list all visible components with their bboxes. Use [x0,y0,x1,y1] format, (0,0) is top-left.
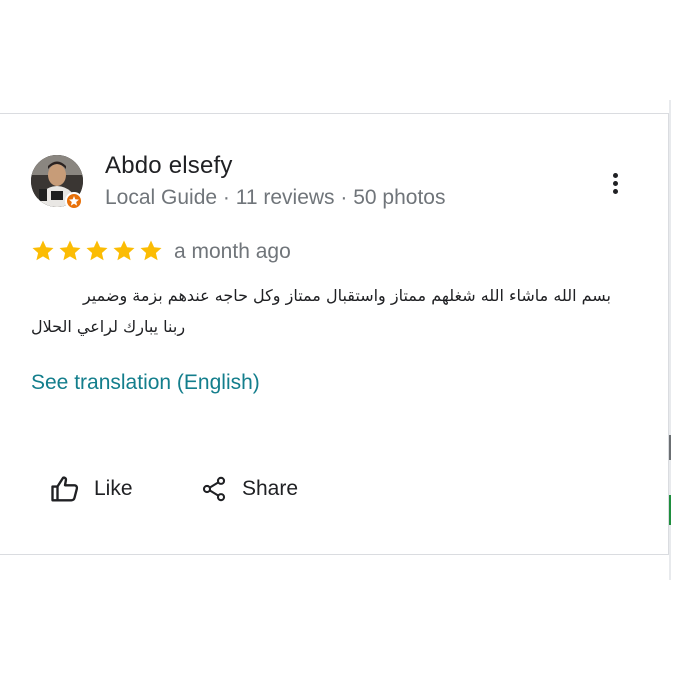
author-meta: Local Guide · 11 reviews · 50 photos [105,186,446,209]
star-rating [31,239,163,263]
star-icon [31,239,55,263]
more-vert-icon [612,173,618,178]
share-label: Share [242,477,299,500]
edge-mark [669,495,671,525]
page-edge [669,100,671,580]
see-translation-link[interactable]: See translation (English) [31,371,260,395]
edge-mark [669,435,671,460]
star-icon [85,239,109,263]
share-icon [202,476,226,502]
more-vert-icon-dot [612,181,618,186]
star-icon [139,239,163,263]
like-button[interactable]: Like [50,472,133,506]
star-icon [58,239,82,263]
more-vert-icon-dot [612,189,618,194]
share-button[interactable]: Share [200,472,298,506]
review-text-line: بسم الله ماشاء الله شغلهم ممتاز واستقبال… [82,286,611,305]
review-text-line-content: ربنا يبارك لراعي الحلال [31,317,186,336]
thumb-up-icon [51,476,79,502]
review-text: بسم الله ماشاء الله شغلهم ممتاز واستقبال… [31,280,611,342]
star-icon [112,239,136,263]
like-label: Like [94,477,133,500]
local-guide-badge-icon [65,192,83,210]
more-options-button[interactable] [604,172,626,198]
review-card: Abdo elsefy Local Guide · 11 reviews · 5… [0,113,669,555]
author-name[interactable]: Abdo elsefy [105,152,233,180]
review-date: a month ago [174,240,291,263]
